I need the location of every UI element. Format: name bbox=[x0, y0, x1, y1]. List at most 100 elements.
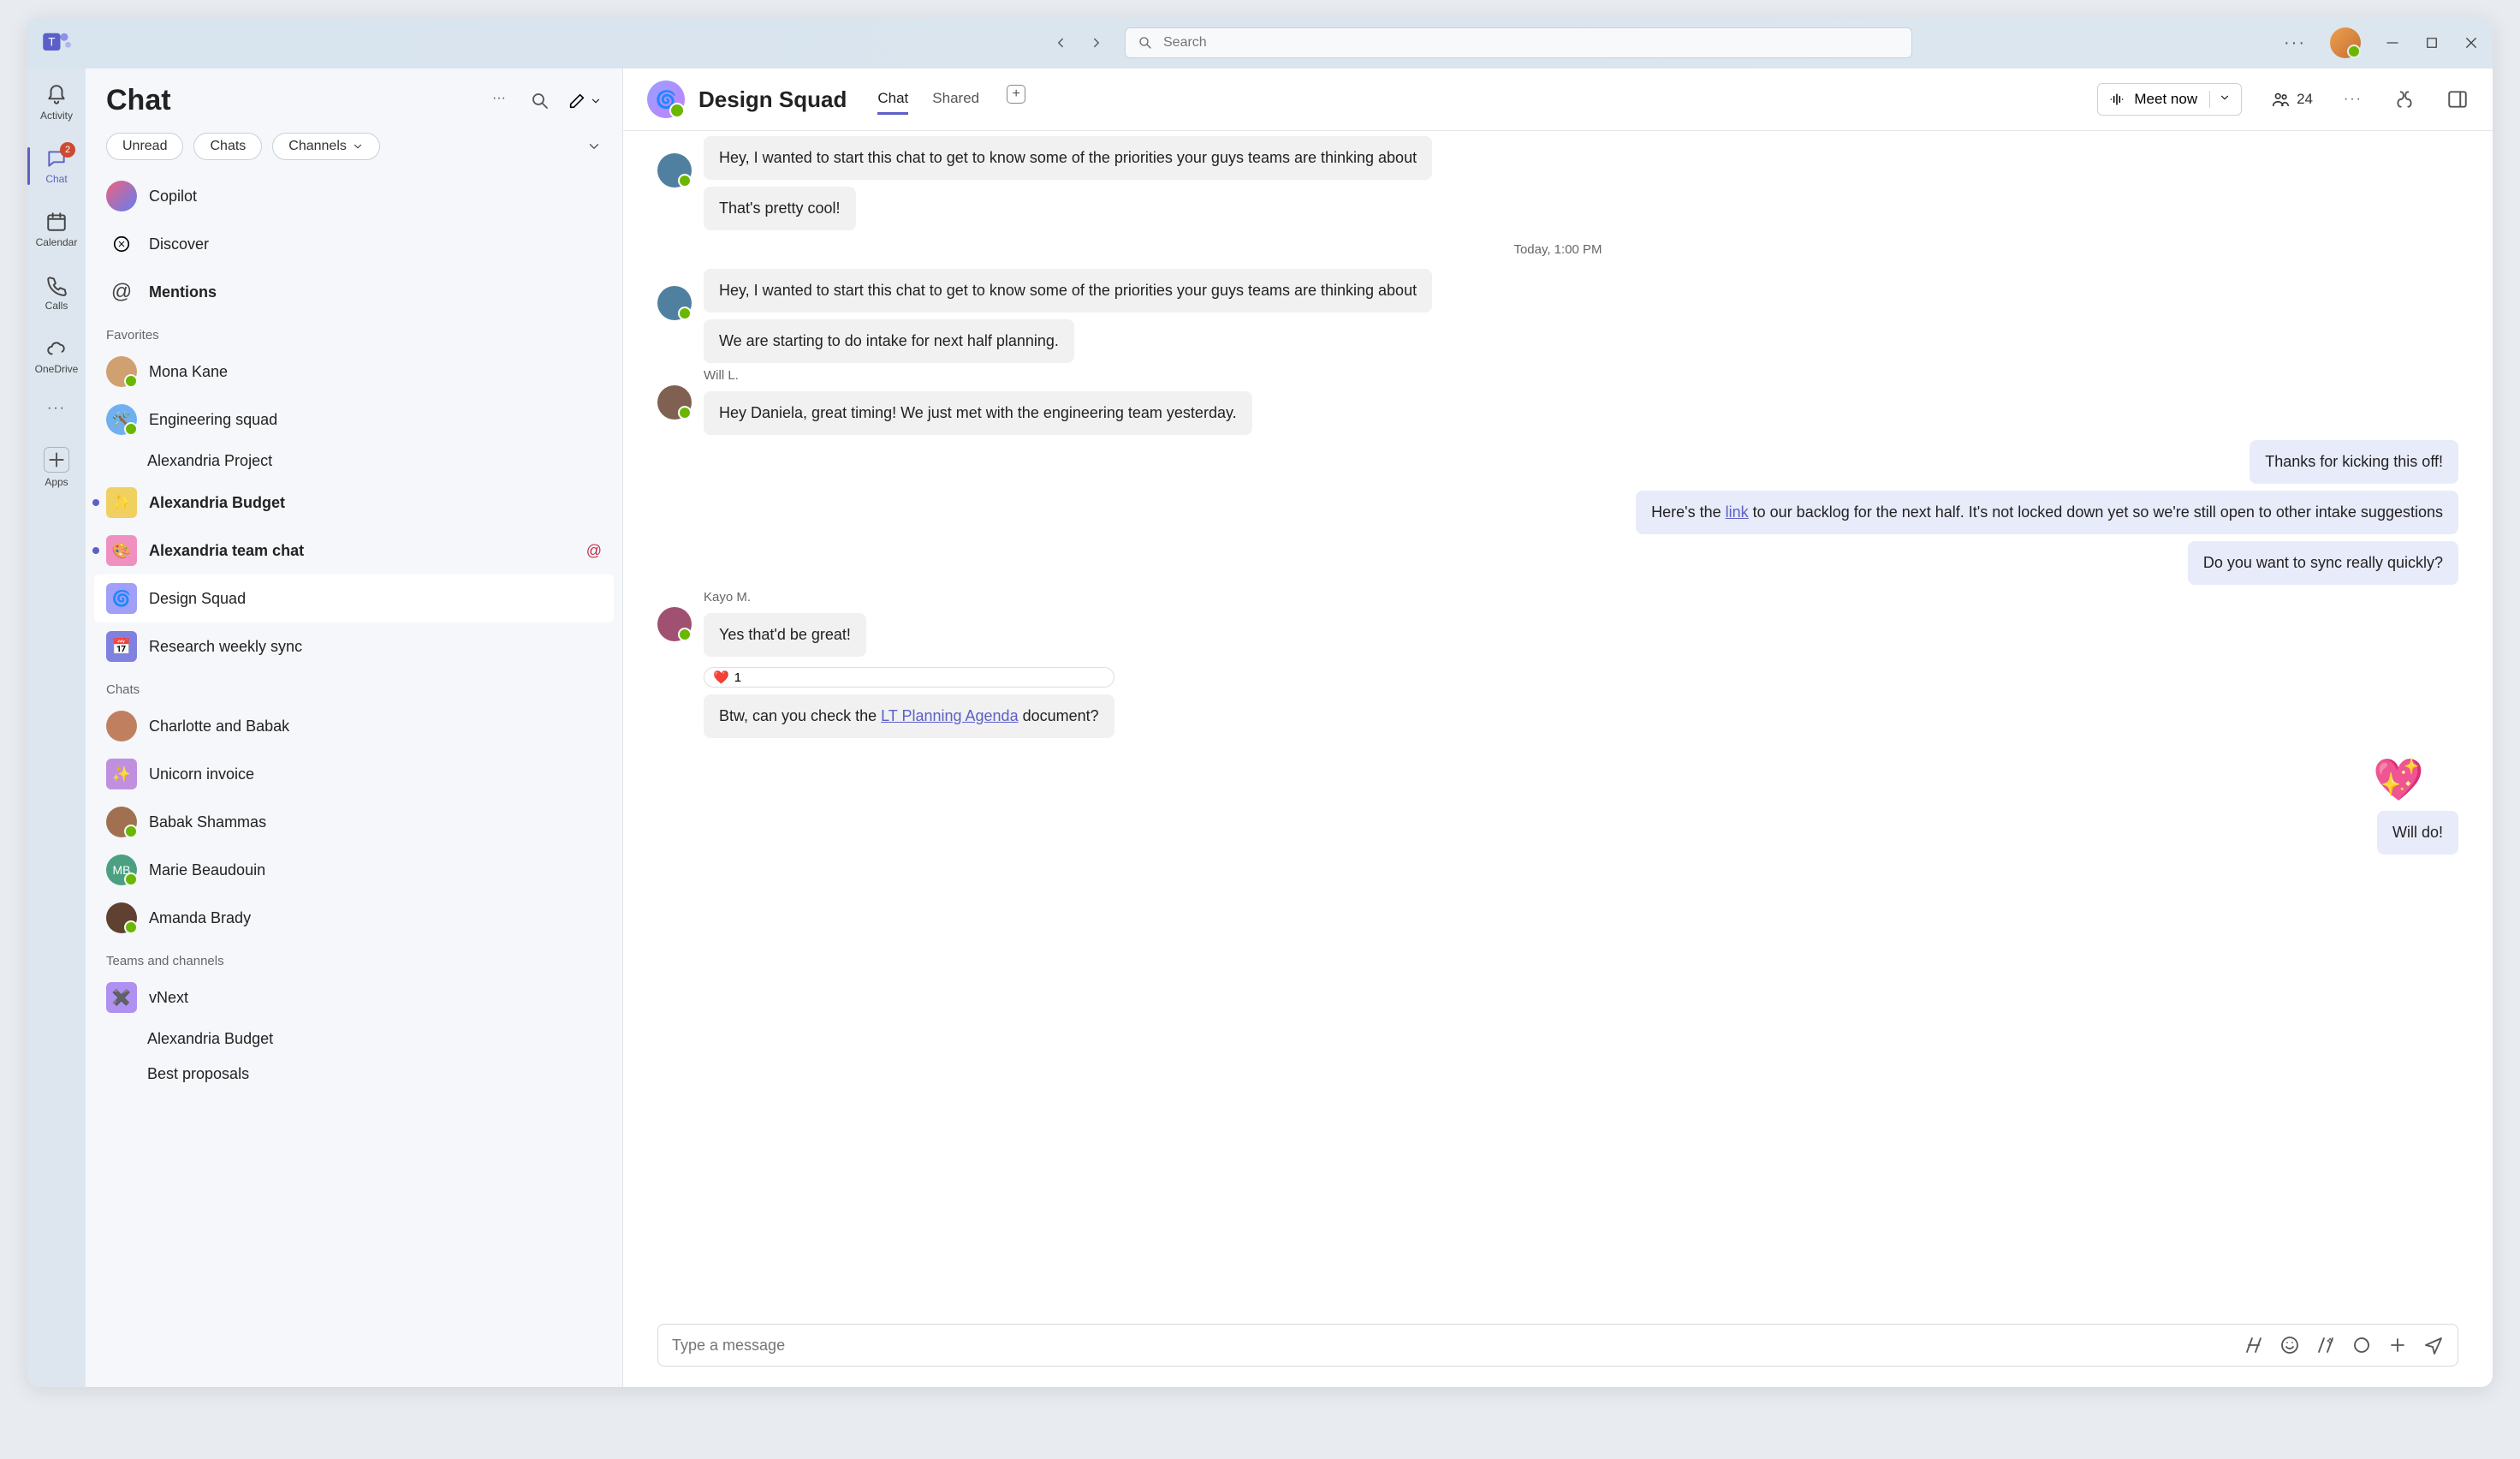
rail-chat[interactable]: 2 Chat bbox=[27, 140, 86, 192]
tab-add-button[interactable]: + bbox=[1007, 85, 1025, 104]
search-box[interactable] bbox=[1125, 27, 1912, 58]
message-composer[interactable] bbox=[657, 1324, 2458, 1367]
sidebar-item-discover[interactable]: Discover bbox=[94, 220, 614, 268]
reaction-badge[interactable]: ❤️ 1 bbox=[704, 667, 1114, 688]
sidebar-channel-item[interactable]: Alexandria Budget bbox=[94, 1021, 614, 1057]
message-bubble-mine: Will do! bbox=[2377, 811, 2458, 855]
sidebar-team-item[interactable]: ✖️ vNext bbox=[94, 974, 614, 1021]
more-dots-icon: ··· bbox=[47, 401, 66, 416]
message-list: Hey, I wanted to start this chat to get … bbox=[623, 131, 2493, 1312]
sidebar-item-label: Mentions bbox=[149, 283, 602, 301]
rail-activity[interactable]: Activity bbox=[27, 77, 86, 128]
rail-more[interactable]: ··· bbox=[27, 394, 86, 423]
message-avatar bbox=[657, 286, 692, 320]
avatar: 📅 bbox=[106, 631, 137, 662]
sidebar-channel-item[interactable]: Best proposals bbox=[94, 1057, 614, 1092]
message-bubble: Yes that'd be great! bbox=[704, 613, 866, 657]
cloud-icon bbox=[45, 337, 68, 360]
copilot-header-icon[interactable] bbox=[2393, 88, 2416, 110]
chevron-down-icon bbox=[352, 140, 364, 152]
sidebar-item-copilot[interactable]: Copilot bbox=[94, 172, 614, 220]
filter-collapse-icon[interactable] bbox=[586, 139, 602, 154]
mention-badge: @ bbox=[586, 542, 602, 560]
chat-more-icon[interactable]: ··· bbox=[2344, 92, 2362, 107]
message-bubble: Hey Daniela, great timing! We just met w… bbox=[704, 391, 1252, 435]
meet-now-button[interactable]: Meet now bbox=[2097, 83, 2242, 116]
avatar: ✖️ bbox=[106, 982, 137, 1013]
rail-apps[interactable]: Apps bbox=[27, 435, 86, 495]
sidebar-chat-item[interactable]: Amanda Brady bbox=[94, 894, 614, 942]
sidebar-item-label: Marie Beaudouin bbox=[149, 861, 602, 879]
avatar bbox=[106, 902, 137, 933]
sidebar-item-label: Alexandria Budget bbox=[128, 1030, 602, 1048]
compose-button[interactable] bbox=[568, 92, 602, 110]
sidebar-item-engineering[interactable]: 🛠️ Engineering squad bbox=[94, 396, 614, 444]
message-bubble: That's pretty cool! bbox=[704, 187, 856, 230]
sidebar-item-alexandria-budget[interactable]: ✨ Alexandria Budget bbox=[94, 479, 614, 527]
loop-icon[interactable] bbox=[2351, 1335, 2372, 1355]
sidebar-item-alexandria-team[interactable]: 🎨 Alexandria team chat @ bbox=[94, 527, 614, 575]
sidebar-item-mona[interactable]: Mona Kane bbox=[94, 348, 614, 396]
svg-text:T: T bbox=[48, 35, 55, 48]
nav-forward-icon[interactable] bbox=[1089, 35, 1104, 51]
window-minimize-icon[interactable] bbox=[2385, 35, 2400, 51]
rail-label: Activity bbox=[40, 110, 73, 122]
filter-unread[interactable]: Unread bbox=[106, 133, 183, 160]
sidebar-item-design-squad[interactable]: 🌀 Design Squad bbox=[94, 575, 614, 622]
copilot-icon bbox=[106, 181, 137, 211]
composer-input[interactable] bbox=[672, 1337, 2228, 1355]
message-bubble-mine: Thanks for kicking this off! bbox=[2250, 440, 2458, 484]
chat-content: 🌀 Design Squad Chat Shared + Meet now 24 bbox=[623, 68, 2493, 1387]
people-count-button[interactable]: 24 bbox=[2271, 90, 2313, 109]
format-icon[interactable] bbox=[2244, 1335, 2264, 1355]
effects-icon[interactable] bbox=[2315, 1335, 2336, 1355]
sidebar-item-label: Amanda Brady bbox=[149, 909, 602, 927]
message-bubble: Hey, I wanted to start this chat to get … bbox=[704, 136, 1432, 180]
sidebar-search-icon[interactable] bbox=[530, 91, 550, 111]
rail-calls[interactable]: Calls bbox=[27, 267, 86, 319]
avatar bbox=[106, 711, 137, 741]
sidebar-item-alexandria-project[interactable]: Alexandria Project bbox=[94, 444, 614, 479]
sidebar-item-label: vNext bbox=[149, 989, 602, 1007]
sidebar-chat-item[interactable]: Babak Shammas bbox=[94, 798, 614, 846]
tab-shared[interactable]: Shared bbox=[932, 85, 979, 115]
avatar: ✨ bbox=[106, 759, 137, 789]
search-input[interactable] bbox=[1163, 35, 1899, 51]
favorites-header: Favorites bbox=[94, 316, 614, 348]
window-close-icon[interactable] bbox=[2464, 35, 2479, 51]
titlebar-more-icon[interactable]: ··· bbox=[2284, 33, 2306, 53]
rail-label: Calls bbox=[45, 300, 68, 312]
message-link[interactable]: LT Planning Agenda bbox=[881, 707, 1018, 724]
message-bubble: Btw, can you check the LT Planning Agend… bbox=[704, 694, 1114, 738]
sidebar-chat-item[interactable]: ✨ Unicorn invoice bbox=[94, 750, 614, 798]
tab-chat[interactable]: Chat bbox=[877, 85, 908, 115]
nav-back-icon[interactable] bbox=[1053, 35, 1068, 51]
user-avatar[interactable] bbox=[2330, 27, 2361, 58]
sidebar-item-research[interactable]: 📅 Research weekly sync bbox=[94, 622, 614, 670]
search-icon bbox=[1138, 35, 1153, 51]
mention-icon: @ bbox=[106, 277, 137, 307]
discover-icon bbox=[106, 229, 137, 259]
apps-add-icon bbox=[44, 447, 69, 473]
attach-plus-icon[interactable] bbox=[2387, 1335, 2408, 1355]
avatar: 🛠️ bbox=[106, 404, 137, 435]
sidebar-item-mentions[interactable]: @ Mentions bbox=[94, 268, 614, 316]
filter-channels[interactable]: Channels bbox=[272, 133, 380, 160]
rail-label: Apps bbox=[45, 476, 68, 488]
time-divider: Today, 1:00 PM bbox=[657, 242, 2458, 257]
rail-onedrive[interactable]: OneDrive bbox=[27, 331, 86, 382]
sidebar-item-label: Unicorn invoice bbox=[149, 765, 602, 783]
sidebar-chat-item[interactable]: Charlotte and Babak bbox=[94, 702, 614, 750]
chevron-down-icon bbox=[2219, 92, 2231, 104]
send-icon[interactable] bbox=[2423, 1335, 2444, 1355]
emoji-icon[interactable] bbox=[2279, 1335, 2300, 1355]
panel-open-icon[interactable] bbox=[2446, 88, 2469, 110]
message-avatar bbox=[657, 607, 692, 641]
sidebar-chat-item[interactable]: MB Marie Beaudouin bbox=[94, 846, 614, 894]
chat-avatar: 🌀 bbox=[647, 80, 685, 118]
rail-calendar[interactable]: Calendar bbox=[27, 204, 86, 255]
window-maximize-icon[interactable] bbox=[2424, 35, 2440, 51]
filter-chats[interactable]: Chats bbox=[193, 133, 262, 160]
sidebar-more-icon[interactable]: ··· bbox=[492, 91, 513, 111]
message-link[interactable]: link bbox=[1726, 503, 1749, 521]
